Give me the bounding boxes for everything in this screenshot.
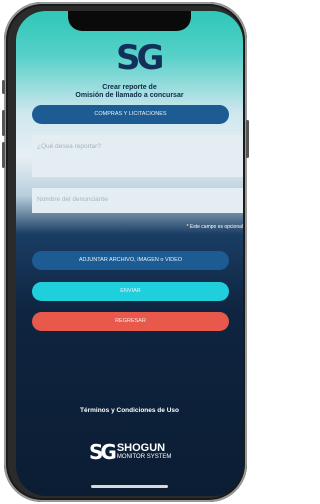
brand-subtitle: MONITOR SYSTEM [116, 454, 172, 460]
brand-logo: SG SHOGUN MONITOR SYSTEM [89, 439, 171, 465]
send-button[interactable]: ENVIAR [32, 282, 229, 301]
volume-up-button [2, 110, 5, 136]
brand-mark-icon: SG [89, 440, 117, 464]
home-indicator[interactable] [91, 485, 168, 488]
phone-frame: SG Crear reporte de Omisión de llamado a… [2, 2, 249, 502]
app-logo: SG [116, 38, 164, 78]
back-button[interactable]: REGRESAR [32, 312, 229, 331]
category-button[interactable]: COMPRAS Y LICITACIONES [32, 105, 229, 124]
reporter-name-field[interactable]: Nombre del denunciante [32, 188, 243, 213]
power-button [246, 120, 249, 158]
notch [68, 11, 191, 31]
brand-name: SHOGUN [116, 442, 166, 454]
report-text-area[interactable]: ¿Qué desea reportar? [32, 135, 243, 177]
app-screen: SG Crear reporte de Omisión de llamado a… [16, 11, 243, 496]
mute-switch [2, 80, 5, 94]
volume-down-button [2, 142, 5, 168]
optional-field-note: * Este campo es opcional [186, 224, 243, 230]
attach-file-button[interactable]: ADJUNTAR ARCHIVO, IMAGEN o VIDEO [32, 251, 229, 270]
page-title-line2: Omisión de llamado a concursar [75, 92, 184, 99]
terms-link[interactable]: Términos y Condiciones de Uso [16, 407, 243, 414]
page-title-line1: Crear reporte de [102, 84, 157, 91]
